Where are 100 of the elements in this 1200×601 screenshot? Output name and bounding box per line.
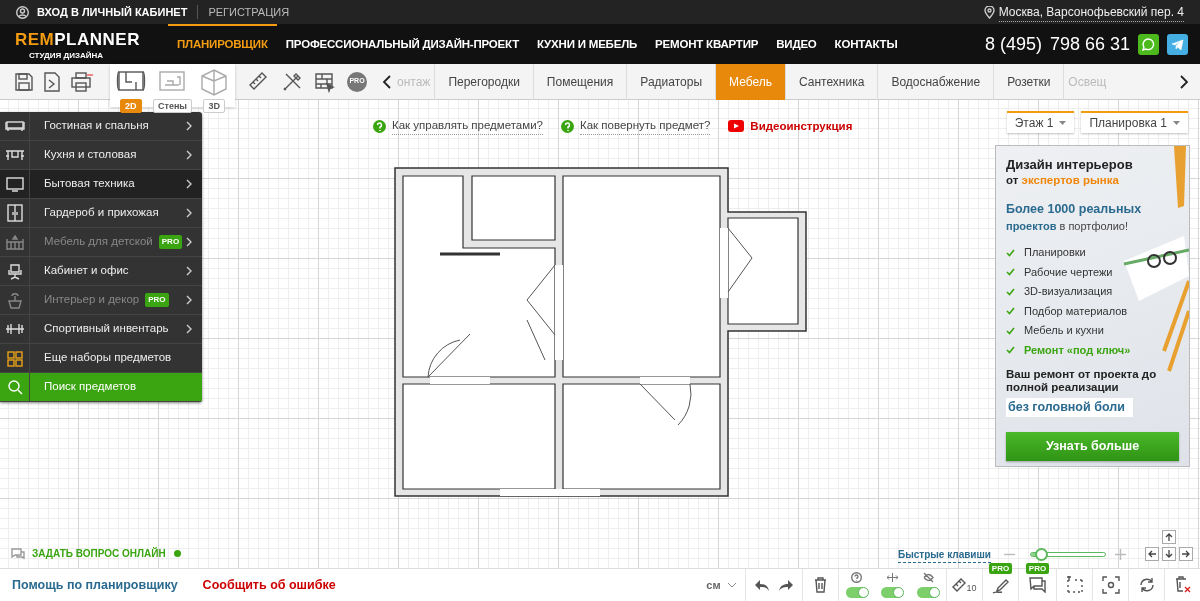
eye-off-icon bbox=[922, 572, 934, 583]
whatsapp-button[interactable] bbox=[1138, 33, 1159, 55]
help-link[interactable]: Помощь по планировщику bbox=[12, 575, 178, 595]
help-link[interactable]: Видеоинструкция bbox=[750, 117, 853, 135]
banner-title: Дизайн интерьеров bbox=[1006, 158, 1134, 173]
comments-icon[interactable] bbox=[1028, 577, 1047, 593]
chevron-right-icon bbox=[186, 324, 192, 335]
feature-text: Ремонт «под ключ» bbox=[1024, 342, 1131, 358]
register-link[interactable]: РЕГИСТРАЦИЯ bbox=[208, 3, 290, 21]
unit-dropdown[interactable]: см bbox=[697, 568, 745, 601]
menu-item[interactable]: Спортивный инвентарь bbox=[0, 315, 202, 344]
arrow-down-key[interactable] bbox=[1162, 547, 1176, 561]
report-error-link[interactable]: Сообщить об ошибке bbox=[202, 575, 336, 595]
banner-slogan: Ваш ремонт от проекта до полной реализации bbox=[1006, 367, 1158, 395]
play-icon bbox=[728, 120, 745, 133]
pro-badge: PRO bbox=[1025, 562, 1050, 574]
grid-icon bbox=[4, 349, 25, 367]
chevron-right-icon bbox=[186, 237, 192, 248]
category-tab[interactable]: Розетки bbox=[994, 63, 1065, 100]
chevron-right-icon bbox=[186, 295, 192, 306]
brick-wall-icon[interactable] bbox=[314, 70, 336, 93]
printer-icon[interactable] bbox=[70, 71, 94, 92]
toggle-switch[interactable] bbox=[917, 587, 939, 598]
selection-icon[interactable] bbox=[1065, 576, 1084, 594]
chevron-right-icon bbox=[186, 150, 192, 161]
nav-link[interactable]: ВИДЕО bbox=[767, 24, 826, 64]
shortcuts-link[interactable]: Быстрые клавиши bbox=[898, 547, 991, 563]
monitor-icon bbox=[4, 175, 25, 193]
undo-icon[interactable] bbox=[754, 578, 770, 592]
banner-headline: Более 1000 реальных bbox=[1006, 200, 1143, 218]
chat-bubble-icon bbox=[1142, 37, 1155, 51]
slider-thumb[interactable] bbox=[1034, 548, 1048, 561]
menu-item[interactable]: Гардероб и прихожая bbox=[0, 199, 202, 228]
banner-subtitle: от экспертов рынка bbox=[1006, 173, 1120, 189]
toggle-switch[interactable] bbox=[881, 587, 903, 598]
check-icon bbox=[1006, 268, 1015, 277]
chevron-right-icon bbox=[186, 208, 192, 219]
crib-icon bbox=[4, 233, 25, 251]
arrow-up-key[interactable] bbox=[1162, 530, 1176, 544]
nav-link[interactable]: КУХНИ И МЕБЕЛЬ bbox=[528, 24, 647, 64]
nav-link[interactable]: ПРОФЕССИОНАЛЬНЫЙ ДИЗАЙН-ПРОЕКТ bbox=[276, 24, 528, 64]
redo-icon[interactable] bbox=[778, 578, 794, 592]
nav-link[interactable]: КОНТАКТЫ bbox=[825, 24, 907, 64]
pro-badge: PRO bbox=[145, 293, 169, 307]
feature-text: Рабочие чертежи bbox=[1024, 264, 1113, 280]
mode-tab[interactable]: Стены bbox=[152, 99, 192, 113]
floor-dropdown[interactable]: Планировка 1 bbox=[1081, 111, 1188, 133]
feature-text: Мебель и кухни bbox=[1024, 323, 1104, 339]
caret-icon bbox=[1173, 121, 1180, 125]
clear-all-icon[interactable] bbox=[1173, 576, 1192, 594]
phone-code: 8 (495) bbox=[984, 32, 1042, 56]
chat-icon bbox=[10, 547, 26, 560]
check-icon bbox=[1006, 248, 1015, 257]
chevron-left-icon[interactable] bbox=[382, 74, 392, 89]
pro-badge: PRO bbox=[158, 235, 183, 249]
arrow-right-key[interactable] bbox=[1179, 547, 1193, 561]
address-link[interactable]: Москва, Варсонофьевский пер. 4 bbox=[998, 2, 1184, 22]
menu-item[interactable]: Гостиная и спальня bbox=[0, 112, 202, 141]
arrow-left-key[interactable] bbox=[1145, 547, 1159, 561]
import-icon[interactable] bbox=[43, 71, 61, 92]
category-tab[interactable]: Водоснабжение bbox=[878, 63, 995, 100]
chevron-right-icon bbox=[186, 179, 192, 190]
category-tab[interactable]: Сантехника bbox=[786, 63, 879, 100]
login-link[interactable]: ВХОД В ЛИЧНЫЙ КАБИНЕТ bbox=[37, 3, 188, 21]
ruler-icon[interactable] bbox=[952, 578, 967, 592]
check-icon bbox=[1006, 326, 1015, 335]
caret-icon bbox=[727, 582, 736, 588]
trash-icon[interactable] bbox=[814, 577, 827, 593]
banner-text: проектов в портфолио! bbox=[1006, 219, 1130, 235]
help-icon bbox=[373, 119, 386, 133]
focus-icon[interactable] bbox=[1101, 576, 1120, 594]
menu-item[interactable]: Кабинет и офис bbox=[0, 257, 202, 286]
help-icon bbox=[561, 119, 574, 133]
mode-tab[interactable]: 3D bbox=[203, 99, 225, 113]
feature-text: Планировки bbox=[1024, 245, 1086, 261]
category-tab[interactable]: Перегородки bbox=[435, 63, 534, 100]
save-icon[interactable] bbox=[14, 71, 34, 92]
chevron-right-icon[interactable] bbox=[1179, 74, 1189, 89]
category-tab[interactable]: Помещения bbox=[533, 63, 628, 100]
nav-link[interactable]: РЕМОНТ КВАРТИР bbox=[646, 24, 768, 64]
check-icon bbox=[1006, 307, 1015, 316]
feature-text: Подбор материалов bbox=[1024, 303, 1128, 319]
check-icon bbox=[1006, 287, 1015, 296]
caret-icon bbox=[1059, 121, 1067, 125]
paper-plane-icon bbox=[1171, 37, 1184, 51]
toggle-switch[interactable] bbox=[845, 587, 868, 598]
refresh-icon[interactable] bbox=[1137, 576, 1156, 594]
menu-item[interactable]: Бытовая техника bbox=[0, 170, 202, 199]
chevron-right-icon bbox=[186, 266, 192, 277]
telegram-button[interactable] bbox=[1167, 33, 1188, 55]
phone-number: 798 66 31 bbox=[1049, 32, 1130, 56]
pro-badge: PRO bbox=[988, 562, 1013, 574]
wardrobe-icon bbox=[4, 204, 25, 222]
location-pin-icon bbox=[983, 5, 995, 19]
user-icon bbox=[16, 5, 29, 19]
resize-icon bbox=[886, 572, 898, 583]
feature-text: 3D-визуализация bbox=[1024, 284, 1113, 300]
help-link[interactable]: Как управлять предметами? bbox=[392, 117, 543, 136]
help-link[interactable]: Как повернуть предмет? bbox=[580, 117, 711, 136]
floor-dropdown[interactable]: Этаж 1 bbox=[1006, 111, 1075, 133]
